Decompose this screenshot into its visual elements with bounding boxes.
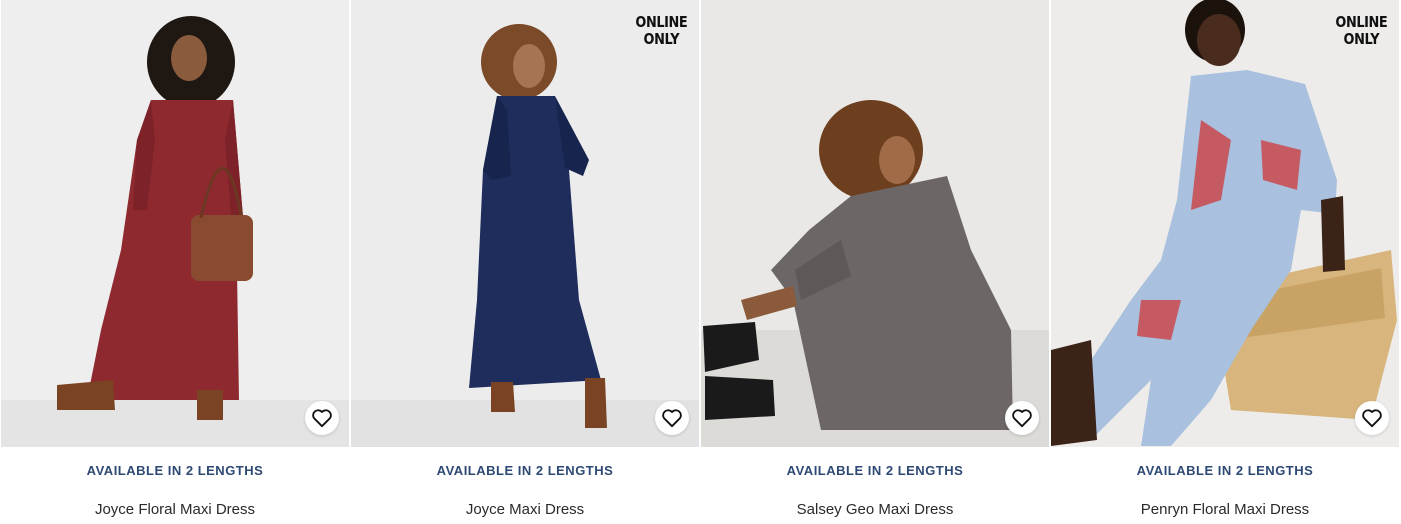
product-image[interactable] [1, 0, 349, 447]
product-name[interactable]: Joyce Floral Maxi Dress [1, 501, 349, 518]
product-grid: AVAILABLE IN 2 LENGTHS Joyce Floral Maxi… [0, 0, 1401, 524]
heart-outline-icon [1362, 409, 1382, 428]
product-card[interactable]: AVAILABLE IN 2 LENGTHS Salsey Geo Maxi D… [701, 0, 1049, 524]
product-image[interactable]: ONLINE ONLY [1051, 0, 1399, 447]
model-photo [351, 0, 699, 447]
product-card[interactable]: AVAILABLE IN 2 LENGTHS Joyce Floral Maxi… [1, 0, 349, 524]
product-image[interactable]: ONLINE ONLY [351, 0, 699, 447]
lengths-label: AVAILABLE IN 2 LENGTHS [436, 463, 614, 478]
lengths-label: AVAILABLE IN 2 LENGTHS [786, 463, 964, 478]
product-name[interactable]: Penryn Floral Maxi Dress [1051, 501, 1399, 518]
online-only-badge: ONLINE ONLY [1335, 13, 1387, 48]
product-image[interactable] [701, 0, 1049, 447]
model-photo [1051, 0, 1399, 447]
model-photo [701, 0, 1049, 447]
product-name[interactable]: Salsey Geo Maxi Dress [701, 501, 1049, 518]
model-photo [1, 0, 349, 447]
product-card[interactable]: ONLINE ONLY AVAILABLE IN 2 LENGTHS Penryn… [1051, 0, 1399, 524]
heart-outline-icon [1012, 409, 1032, 428]
heart-outline-icon [662, 409, 682, 428]
wishlist-button[interactable] [1355, 401, 1389, 435]
wishlist-button[interactable] [305, 401, 339, 435]
wishlist-button[interactable] [655, 401, 689, 435]
heart-outline-icon [312, 409, 332, 428]
lengths-label: AVAILABLE IN 2 LENGTHS [86, 463, 264, 478]
wishlist-button[interactable] [1005, 401, 1039, 435]
product-name[interactable]: Joyce Maxi Dress [351, 501, 699, 518]
online-only-badge: ONLINE ONLY [635, 13, 687, 48]
product-card[interactable]: ONLINE ONLY AVAILABLE IN 2 LENGTHS Joyce … [351, 0, 699, 524]
lengths-label: AVAILABLE IN 2 LENGTHS [1136, 463, 1314, 478]
